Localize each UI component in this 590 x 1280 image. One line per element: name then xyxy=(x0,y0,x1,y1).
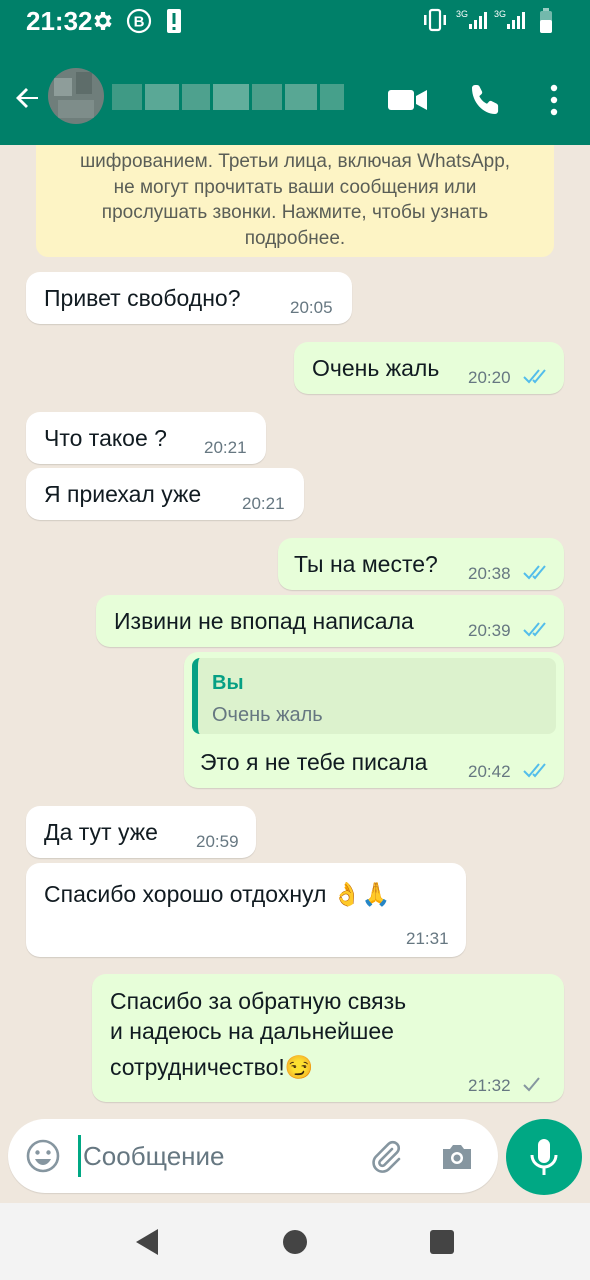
emoji-icon[interactable] xyxy=(24,1137,62,1175)
outgoing-message-with-reply[interactable]: Вы Очень жаль Это я не тебе писала 20:42 xyxy=(184,652,564,788)
video-call-icon[interactable] xyxy=(386,84,430,116)
outgoing-message[interactable]: Спасибо за обратную связь и надеюсь на д… xyxy=(92,974,564,1102)
encryption-line: прослушать звонки. Нажмите, чтобы узнать xyxy=(101,202,489,223)
outgoing-message[interactable]: Очень жаль 20:20 xyxy=(294,342,564,394)
encryption-notice[interactable]: шифрованием. Третьи лица, включая WhatsA… xyxy=(36,145,554,257)
contact-name-blurred[interactable] xyxy=(112,84,352,114)
camera-icon[interactable] xyxy=(438,1137,476,1175)
message-time: 20:59 xyxy=(196,832,239,851)
read-ticks-icon xyxy=(523,763,546,778)
message-time: 20:20 xyxy=(468,368,511,387)
message-time: 20:39 xyxy=(468,621,511,640)
alert-icon xyxy=(167,9,181,33)
composer-pill xyxy=(8,1119,498,1193)
network-label-1: 3G xyxy=(456,9,469,19)
message-time: 20:38 xyxy=(468,564,511,583)
message-time: 20:05 xyxy=(290,298,333,317)
quoted-author: Вы xyxy=(212,672,244,694)
more-vertical-icon[interactable] xyxy=(540,78,568,122)
back-arrow-icon[interactable] xyxy=(8,78,48,118)
sent-tick-icon xyxy=(523,1077,540,1092)
battery-icon xyxy=(540,8,552,33)
message-text: Ты на месте? xyxy=(294,551,438,577)
vibrate-icon xyxy=(424,8,446,32)
message-time: 20:42 xyxy=(468,762,511,781)
notification-b-icon: В xyxy=(126,8,152,34)
signal-icon-2 xyxy=(507,12,525,29)
message-text: Это я не тебе писала xyxy=(200,749,428,775)
incoming-message[interactable]: Спасибо хорошо отдохнул 👌🙏 21:31 xyxy=(26,863,466,957)
encryption-line: шифрованием. Третьи лица, включая WhatsA… xyxy=(79,151,511,172)
phone-icon[interactable] xyxy=(466,80,506,120)
outgoing-message[interactable]: Извини не впопад написала 20:39 xyxy=(96,595,564,647)
message-text: Привет свободно? xyxy=(44,285,241,311)
message-input[interactable] xyxy=(78,1135,348,1177)
nav-back-icon[interactable] xyxy=(134,1227,160,1257)
avatar[interactable] xyxy=(48,68,104,124)
message-text: Что такое ? xyxy=(44,425,167,451)
status-time: 21:32 xyxy=(26,6,93,36)
message-text-line: Спасибо за обратную связь xyxy=(110,988,407,1014)
read-ticks-icon xyxy=(523,622,546,637)
nav-recents-icon[interactable] xyxy=(430,1230,454,1254)
message-text: Да тут уже xyxy=(44,819,158,845)
incoming-message[interactable]: Что такое ? 20:21 xyxy=(26,412,266,464)
message-text: Извини не впопад написала xyxy=(114,608,414,634)
message-text: Я приехал уже xyxy=(44,481,202,507)
settings-icon xyxy=(94,12,112,30)
status-bar: 21:32 В 3G 3G xyxy=(0,0,590,42)
voice-record-button[interactable] xyxy=(506,1119,582,1195)
message-time: 21:31 xyxy=(406,929,449,948)
top-bar: 21:32 В 3G 3G xyxy=(0,0,590,145)
message-text-line: и надеюсь на дальнейшее xyxy=(110,1018,394,1044)
signal-icon-1 xyxy=(469,12,487,29)
app-bar xyxy=(0,60,590,140)
encryption-line: подробнее. xyxy=(244,227,346,249)
read-ticks-icon xyxy=(523,369,546,384)
message-text-line: сотрудничество!😏 xyxy=(110,1054,314,1080)
attach-icon[interactable] xyxy=(366,1137,404,1175)
network-label-2: 3G xyxy=(494,9,507,19)
encryption-line: не могут прочитать ваши сообщения или xyxy=(113,176,477,198)
incoming-message[interactable]: Я приехал уже 20:21 xyxy=(26,468,304,520)
microphone-icon xyxy=(530,1139,558,1175)
chat-area[interactable]: шифрованием. Третьи лица, включая WhatsA… xyxy=(0,145,590,1115)
message-time: 20:21 xyxy=(204,438,247,457)
outgoing-message[interactable]: Ты на месте? 20:38 xyxy=(278,538,564,590)
system-nav-bar xyxy=(0,1203,590,1280)
composer-bar xyxy=(0,1115,590,1203)
message-time: 20:21 xyxy=(242,494,285,513)
svg-text:В: В xyxy=(134,14,145,31)
incoming-message[interactable]: Да тут уже 20:59 xyxy=(26,806,256,858)
nav-home-icon[interactable] xyxy=(283,1230,307,1254)
read-ticks-icon xyxy=(523,565,546,580)
incoming-message[interactable]: Привет свободно? 20:05 xyxy=(26,272,352,324)
quoted-text: Очень жаль xyxy=(212,704,323,726)
quoted-message[interactable]: Вы Очень жаль xyxy=(192,658,556,734)
message-text: Спасибо хорошо отдохнул 👌🙏 xyxy=(44,881,391,907)
message-text: Очень жаль xyxy=(312,355,440,381)
message-time: 21:32 xyxy=(468,1076,511,1095)
